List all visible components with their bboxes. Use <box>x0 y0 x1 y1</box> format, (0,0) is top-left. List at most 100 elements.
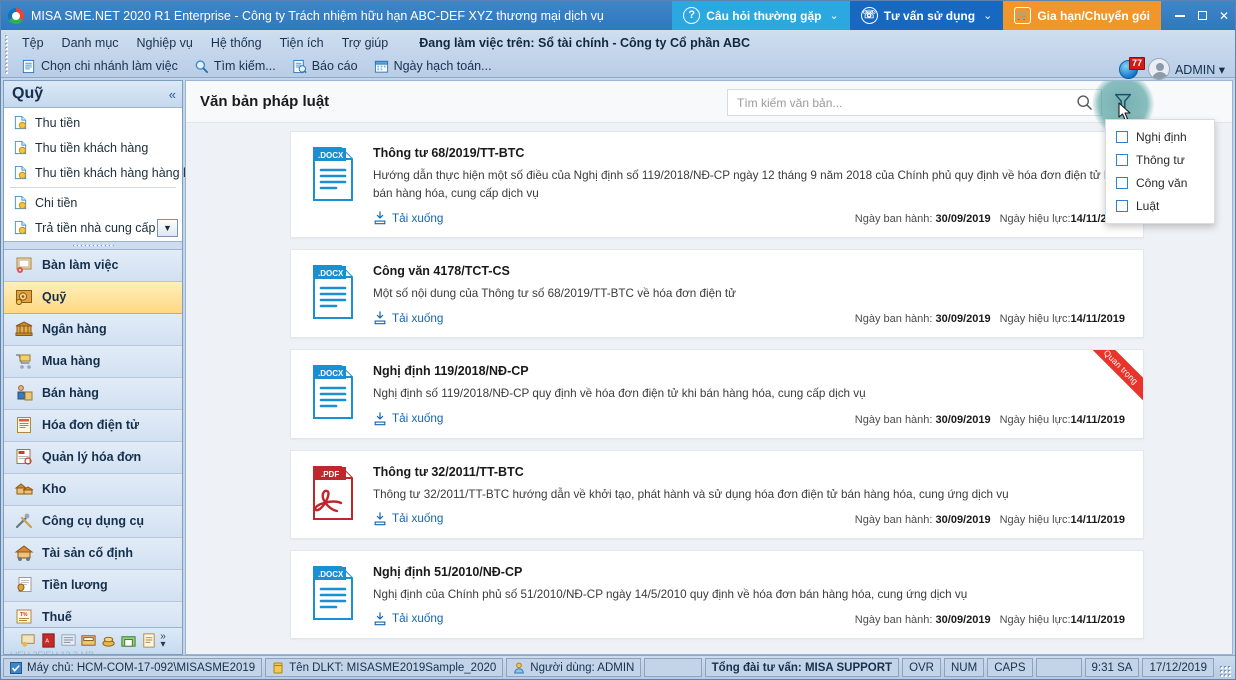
search-input[interactable] <box>728 90 1067 115</box>
download-label: Tải xuống <box>392 212 443 225</box>
filter-button[interactable] <box>1108 87 1138 117</box>
chevron-down-icon: ⌄ <box>983 9 992 22</box>
username-label: ADMIN <box>1175 63 1215 77</box>
filter-option-luat[interactable]: Luật <box>1106 194 1214 217</box>
maximize-button[interactable] <box>1191 1 1213 30</box>
status-hotline[interactable]: Tổng đài tư vấn: MISA SUPPORT <box>705 658 899 677</box>
filter-option-thong-tu[interactable]: Thông tư <box>1106 148 1214 171</box>
sidebar-item-ngan-hang[interactable]: Ngân hàng <box>4 314 182 346</box>
checkbox-icon[interactable] <box>1116 154 1128 166</box>
effective-date: Ngày hiệu lực:14/11/2019 <box>1000 414 1125 426</box>
sidebar-item-ban-lam-viec[interactable]: Bàn làm việc <box>4 250 182 282</box>
sidebar-item-hoa-don-dien-tu[interactable]: Hóa đơn điện tử <box>4 410 182 442</box>
status-caps: CAPS <box>987 658 1032 677</box>
accounting-date-button[interactable]: Ngày hạch toán... <box>366 57 500 76</box>
menu-tien-ich[interactable]: Tiện ích <box>271 33 333 53</box>
faq-button[interactable]: ? Câu hỏi thường gặp ⌄ <box>672 1 849 30</box>
store-mini-icon[interactable] <box>120 632 137 649</box>
filter-option-cong-van[interactable]: Công văn <box>1106 171 1214 194</box>
renew-package-button[interactable]: 🛒 Gia hạn/Chuyển gói <box>1003 1 1161 30</box>
checkbox-icon[interactable] <box>1116 200 1128 212</box>
user-menu-button[interactable]: ADMIN ▾ <box>1175 62 1225 77</box>
sidebar-item-kho[interactable]: Kho <box>4 474 182 506</box>
sidebar-footer-expand[interactable]: » ▾ <box>160 633 166 649</box>
sidebar-resize-handle[interactable] <box>4 242 182 250</box>
invoice-mini-icon[interactable] <box>140 632 157 649</box>
minimize-button[interactable] <box>1169 1 1191 30</box>
resize-grip[interactable] <box>1219 665 1231 677</box>
document-card[interactable]: .DOCX Công văn 4178/TCT-CS Một số nội du… <box>290 249 1144 338</box>
database-icon <box>272 662 284 674</box>
chevron-down-icon: ⌄ <box>829 9 838 22</box>
download-link[interactable]: Tải xuống <box>373 211 443 225</box>
document-list[interactable]: .DOCX Thông tư 68/2019/TT-BTC Hướng dẫn … <box>186 124 1232 654</box>
collapse-sidebar-icon[interactable]: « <box>169 87 176 102</box>
document-card[interactable]: .PDF Thông tư 32/2011/TT-BTC Thông tư 32… <box>290 450 1144 539</box>
report-button[interactable]: Báo cáo <box>284 57 366 76</box>
document-description: Một số nội dung của Thông tư số 68/2019/… <box>373 285 1125 303</box>
sidebar-item-label: Bán hàng <box>42 386 99 400</box>
menu-drag-grip[interactable] <box>4 34 9 74</box>
toolbar-row: Chọn chi nhánh làm việc Tìm kiếm... Báo … <box>13 55 1235 77</box>
coins-mini-icon[interactable] <box>100 632 117 649</box>
menu-tro-giup[interactable]: Trợ giúp <box>333 33 398 53</box>
menu-tep[interactable]: Tệp <box>13 33 53 53</box>
sidebar-item-cong-cu-dung-cu[interactable]: Công cụ dụng cụ <box>4 506 182 538</box>
sidebar-item-tien-luong[interactable]: Tiền lương <box>4 570 182 602</box>
cash-register-mini-icon[interactable] <box>80 632 97 649</box>
quick-item-thu-tien[interactable]: Thu tiền <box>4 110 182 135</box>
download-link[interactable]: Tải xuống <box>373 412 443 426</box>
close-button[interactable]: ✕ <box>1213 1 1235 30</box>
document-card[interactable]: Quan trọng .DOCX Nghị định 119/2018/NĐ-C… <box>290 349 1144 438</box>
sidebar-item-label: Quỹ <box>42 290 66 304</box>
sidebar-item-ban-hang[interactable]: Bán hàng <box>4 378 182 410</box>
download-icon <box>373 412 387 426</box>
menu-he-thong[interactable]: Hệ thống <box>202 33 271 53</box>
document-card[interactable]: .DOCX Nghị định 51/2010/NĐ-CP Nghị định … <box>290 550 1144 639</box>
notifications-button[interactable]: 77 <box>1119 58 1143 80</box>
question-mark-icon: ? <box>683 7 700 24</box>
document-card[interactable]: .DOCX Thông tư 68/2019/TT-BTC Hướng dẫn … <box>290 131 1144 238</box>
download-label: Tải xuống <box>392 412 443 425</box>
sidebar-item-label: Thuế <box>42 610 72 624</box>
quick-item-thu-tien-khach-hang[interactable]: Thu tiền khách hàng <box>4 135 182 160</box>
svg-text:A: A <box>45 639 49 645</box>
advice-button[interactable]: ☏ Tư vấn sử dụng ⌄ <box>850 1 1004 30</box>
sales-icon <box>14 383 34 403</box>
window-title: MISA SME.NET 2020 R1 Enterprise - Công t… <box>31 9 672 23</box>
sidebar-item-quy[interactable]: Quỹ <box>4 282 182 314</box>
dictionary-mini-icon[interactable]: A <box>40 632 57 649</box>
workdesk-mini-icon[interactable] <box>20 632 37 649</box>
effective-date: Ngày hiệu lực:14/11/2019 <box>1000 514 1125 526</box>
quick-item-chi-tien[interactable]: Chi tiền <box>4 190 182 215</box>
quick-list-more-button[interactable]: ▼ <box>157 219 178 237</box>
menu-danh-muc[interactable]: Danh mục <box>53 33 128 53</box>
menu-nghiep-vu[interactable]: Nghiệp vụ <box>128 33 202 53</box>
select-branch-button[interactable]: Chọn chi nhánh làm việc <box>13 57 186 76</box>
document-dates: Ngày ban hành: 30/09/2019 Ngày hiệu lực:… <box>855 414 1125 426</box>
sidebar-item-label: Bàn làm việc <box>42 258 118 272</box>
download-link[interactable]: Tải xuống <box>373 512 443 526</box>
avatar[interactable] <box>1148 58 1170 80</box>
faq-label: Câu hỏi thường gặp <box>706 9 821 23</box>
quick-item-thu-tien-khach-hang-loat[interactable]: Thu tiền khách hàng hàng l... <box>4 160 182 185</box>
branch-icon <box>21 59 36 74</box>
download-link[interactable]: Tải xuống <box>373 612 443 626</box>
sidebar-item-mua-hang[interactable]: Mua hàng <box>4 346 182 378</box>
sidebar-item-tai-san-co-dinh[interactable]: Tài sản cố định <box>4 538 182 570</box>
filter-option-nghi-dinh[interactable]: Nghị định <box>1106 125 1214 148</box>
checkbox-icon[interactable] <box>1116 131 1128 143</box>
report-mini-icon[interactable] <box>60 632 77 649</box>
checkbox-icon[interactable] <box>1116 177 1128 189</box>
document-title: Thông tư 32/2011/TT-BTC <box>373 465 1125 479</box>
search-button[interactable]: Tìm kiếm... <box>186 57 284 76</box>
quick-item-tra-tien-nha-cung-cap[interactable]: Trả tiền nhà cung cấp <box>4 215 182 240</box>
issued-date: Ngày ban hành: 30/09/2019 <box>855 213 991 225</box>
status-hotline-label: Tổng đài tư vấn: MISA SUPPORT <box>712 662 892 674</box>
sidebar-item-quan-ly-hoa-don[interactable]: Quản lý hóa đơn <box>4 442 182 474</box>
download-link[interactable]: Tải xuống <box>373 311 443 325</box>
sidebar-item-thue[interactable]: T% Thuế <box>4 602 182 627</box>
search-submit-button[interactable] <box>1067 90 1101 115</box>
working-on-label: Đang làm việc trên: Sổ tài chính - Công … <box>419 36 750 50</box>
money-document-icon <box>13 115 28 130</box>
